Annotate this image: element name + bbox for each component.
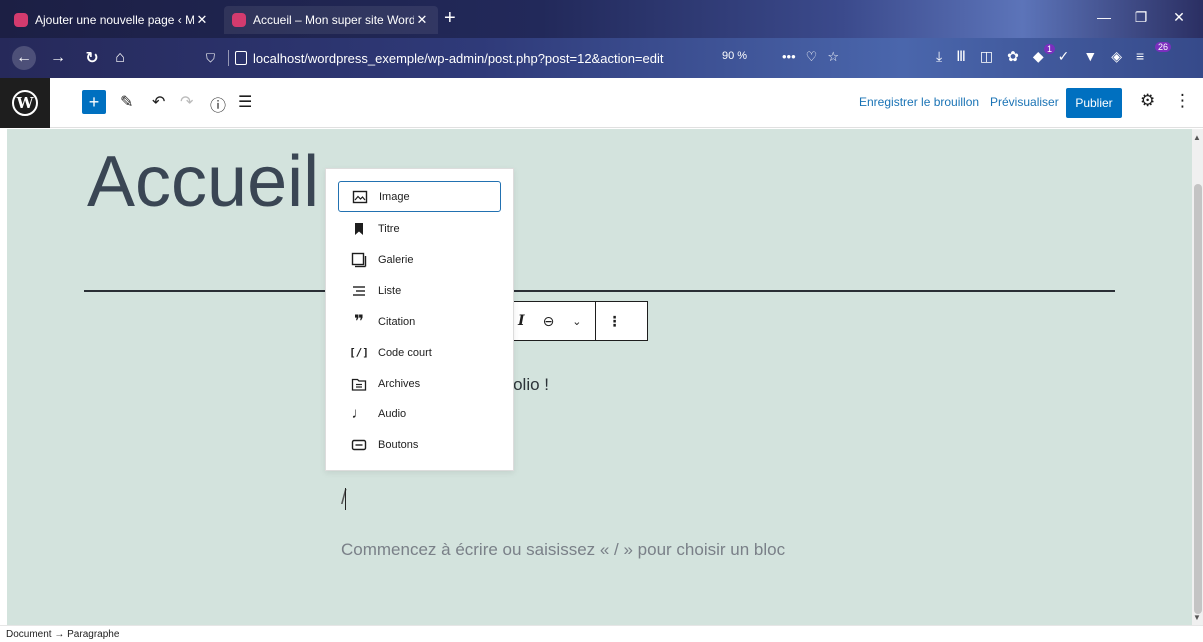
browser-toolbar-icons: ⤓ Ⅲ ◫ ✿ ◆ ✓ ▼ ◈ ≡ — [936, 48, 1144, 65]
extension-icon[interactable]: ▼ — [1083, 48, 1097, 65]
close-tab-icon[interactable]: ✕ — [414, 12, 430, 28]
chevron-down-icon[interactable]: ⌄ — [572, 315, 581, 328]
inserter-item-label: Code court — [378, 346, 432, 359]
audio-icon: ♩ — [351, 405, 367, 422]
zoom-level[interactable]: 90 % — [722, 50, 747, 62]
inserter-item-label: Boutons — [378, 438, 419, 451]
archive-icon — [351, 376, 367, 392]
wordpress-favicon-icon — [14, 13, 28, 27]
bookmark-icon — [351, 221, 367, 237]
notification-icon[interactable]: ◆ — [1033, 48, 1044, 65]
block-toolbar: I ⊖ ⌄ ⋮ — [505, 301, 648, 341]
inserter-item-label: Image — [379, 190, 410, 203]
separator-block[interactable] — [84, 290, 1115, 292]
forward-arrow-icon[interactable]: → — [46, 46, 70, 70]
text-caret — [344, 487, 346, 510]
inserter-item-citation[interactable]: ❞ Citation — [338, 306, 501, 337]
extension-icon[interactable]: ◈ — [1111, 48, 1122, 65]
download-icon[interactable]: ⤓ — [936, 48, 942, 65]
shortcode-icon: [/] — [349, 346, 369, 359]
italic-icon[interactable]: I — [518, 313, 525, 329]
more-options-icon[interactable]: ⋮ — [608, 313, 622, 330]
link-icon[interactable]: ⊖ — [543, 313, 555, 330]
preview-button[interactable]: Prévisualiser — [990, 95, 1059, 109]
inserter-item-code-court[interactable]: [/] Code court — [338, 337, 501, 368]
browser-tab-bar: Ajouter une nouvelle page ‹ M ✕ Accueil … — [0, 0, 1203, 38]
menu-icon[interactable]: ≡ — [1136, 48, 1144, 65]
pocket-icon[interactable]: ♡ — [806, 49, 818, 65]
browser-nav-bar: ← → ↻ ⌂ ⛉ localhost/wordpress_exemple/wp… — [0, 38, 1203, 78]
inserter-item-titre[interactable]: Titre — [338, 213, 501, 244]
add-block-button[interactable]: + — [82, 90, 106, 114]
browser-tab-2[interactable]: Accueil – Mon super site Word ✕ — [224, 6, 438, 34]
editor-footer: Document → Paragraphe — [0, 625, 1203, 642]
scroll-down-icon[interactable]: ▼ — [1193, 613, 1201, 622]
tab-title: Accueil – Mon super site Word — [253, 13, 414, 27]
address-bar[interactable]: ⛉ localhost/wordpress_exemple/wp-admin/p… — [206, 45, 766, 71]
close-tab-icon[interactable]: ✕ — [194, 12, 210, 28]
extension-badge: 26 — [1155, 42, 1172, 52]
minimize-icon[interactable]: — — [1089, 9, 1119, 25]
breadcrumb[interactable]: Document → Paragraphe — [6, 629, 119, 640]
sidebar-icon[interactable]: ◫ — [980, 48, 993, 65]
inserter-item-label: Titre — [378, 222, 400, 235]
scrollbar-thumb[interactable] — [1194, 184, 1202, 614]
block-placeholder[interactable]: Commencez à écrire ou saisissez « / » po… — [341, 540, 785, 560]
image-icon — [352, 189, 368, 205]
divider — [594, 302, 596, 340]
extension-icon[interactable]: ✓ — [1058, 48, 1070, 65]
new-tab-icon[interactable]: + — [444, 8, 456, 28]
inserter-item-image[interactable]: Image — [338, 181, 501, 212]
more-actions-icon[interactable]: ••• — [782, 49, 796, 65]
library-icon[interactable]: Ⅲ — [956, 48, 966, 65]
editor-canvas[interactable]: Accueil rtfolio ! / Commencez à écrire o… — [7, 129, 1192, 625]
browser-tab-1[interactable]: Ajouter une nouvelle page ‹ M ✕ — [6, 6, 218, 34]
inserter-item-audio[interactable]: ♩ Audio — [338, 398, 501, 429]
back-arrow-icon[interactable]: ← — [12, 46, 36, 70]
scroll-up-icon[interactable]: ▲ — [1193, 133, 1201, 142]
inserter-item-archives[interactable]: Archives — [338, 368, 501, 399]
extension-icon[interactable]: ✿ — [1007, 48, 1019, 65]
publish-button[interactable]: Publier — [1066, 88, 1122, 118]
home-icon[interactable]: ⌂ — [108, 46, 132, 70]
url-actions: ••• ♡ ☆ — [782, 49, 839, 65]
more-options-icon[interactable]: ⋮ — [1174, 91, 1191, 111]
tab-title: Ajouter une nouvelle page ‹ M — [35, 13, 194, 27]
inserter-item-liste[interactable]: Liste — [338, 275, 501, 306]
inserter-item-label: Audio — [378, 407, 407, 420]
undo-icon[interactable]: ↶ — [152, 92, 165, 112]
wordpress-logo-icon[interactable]: W — [0, 78, 50, 128]
inserter-item-label: Citation — [378, 315, 416, 328]
page-icon — [235, 51, 247, 65]
inserter-item-galerie[interactable]: Galerie — [338, 244, 501, 275]
quote-icon: ❞ — [354, 311, 364, 331]
block-inserter-popover: Image Titre Galerie Liste ❞ Citation [/]… — [325, 168, 514, 471]
inserter-item-label: Galerie — [378, 253, 414, 266]
close-window-icon[interactable]: ✕ — [1164, 9, 1194, 26]
url-text: localhost/wordpress_exemple/wp-admin/pos… — [253, 50, 664, 66]
inserter-item-label: Archives — [378, 377, 421, 390]
outline-icon[interactable]: ☰ — [238, 92, 252, 112]
reload-icon[interactable]: ↻ — [80, 46, 104, 70]
info-icon[interactable]: ⓘ — [210, 92, 226, 116]
scrollbar[interactable]: ▲ ▼ — [1192, 129, 1203, 625]
editor-header: W + ✎ ↶ ↷ ⓘ ☰ Enregistrer le brouillon P… — [0, 78, 1203, 128]
inserter-item-boutons[interactable]: Boutons — [338, 429, 501, 460]
shield-icon: ⛉ — [206, 50, 216, 65]
wordpress-favicon-icon — [232, 13, 246, 27]
list-icon — [351, 283, 367, 299]
slash-input-block[interactable]: / — [341, 487, 347, 510]
buttons-icon — [351, 437, 367, 453]
divider — [228, 50, 229, 66]
inserter-item-label: Liste — [378, 284, 402, 297]
save-draft-button[interactable]: Enregistrer le brouillon — [859, 95, 979, 109]
gallery-icon — [351, 252, 367, 268]
edit-tools-icon[interactable]: ✎ — [120, 92, 133, 112]
page-title[interactable]: Accueil — [87, 141, 319, 223]
notification-badge: 1 — [1044, 44, 1056, 54]
restore-icon[interactable]: ❐ — [1126, 9, 1156, 26]
gear-icon[interactable]: ⚙ — [1140, 91, 1155, 111]
bookmark-star-icon[interactable]: ☆ — [827, 49, 839, 65]
redo-icon[interactable]: ↷ — [180, 92, 193, 112]
